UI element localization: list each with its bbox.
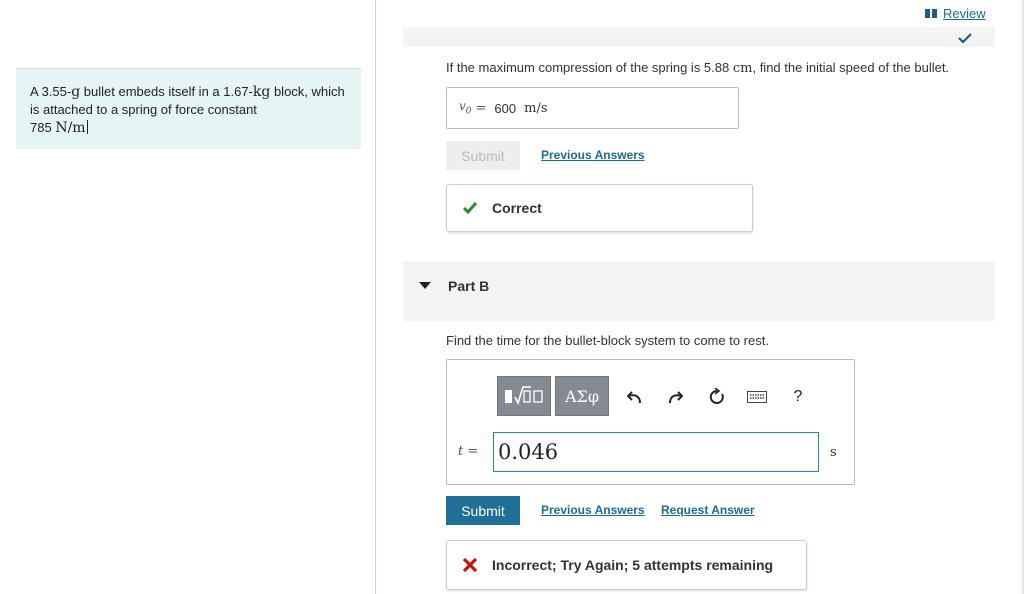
collapse-triangle-icon[interactable] xyxy=(419,282,431,289)
part-a-answer-value: 600 xyxy=(494,100,517,116)
request-answer-link[interactable]: Request Answer xyxy=(661,503,755,517)
problem-text-4: 785 xyxy=(30,120,56,135)
unit-grams: g xyxy=(71,84,81,100)
greek-symbols-button[interactable]: ΑΣφ xyxy=(555,376,609,416)
part-a-submit-button[interactable]: Submit xyxy=(446,141,520,170)
problem-text-2: bullet embeds itself in a 1.67- xyxy=(80,84,253,99)
correct-check-icon xyxy=(462,202,478,215)
part-a-feedback-correct: Correct xyxy=(446,184,753,232)
review-link[interactable]: Review xyxy=(925,6,986,21)
part-b-answer-input[interactable]: 0.046 xyxy=(493,432,819,472)
part-b-answer-label: t = xyxy=(458,444,479,459)
help-button[interactable]: ? xyxy=(788,387,808,407)
check-icon xyxy=(958,33,972,43)
part-b-title: Part B xyxy=(448,278,490,294)
unit-kilograms: kg xyxy=(252,84,271,100)
unit-newton-per-meter: N/m xyxy=(55,120,86,136)
part-a-question-unit: cm xyxy=(732,61,753,76)
equals-sign: = xyxy=(475,100,487,116)
review-icon xyxy=(925,9,938,18)
problem-text-1: A 3.55- xyxy=(30,84,72,99)
problem-statement: A 3.55-g bullet embeds itself in a 1.67-… xyxy=(16,68,361,149)
part-a-question: If the maximum compression of the spring… xyxy=(446,60,949,76)
templates-button[interactable] xyxy=(497,376,551,416)
part-b-submit-button[interactable]: Submit xyxy=(446,496,520,525)
reset-icon[interactable] xyxy=(707,387,727,407)
undo-icon[interactable] xyxy=(625,387,645,407)
part-a-answer-unit: m/s xyxy=(524,100,548,116)
review-label: Review xyxy=(943,6,986,21)
left-panel: A 3.55-g bullet embeds itself in a 1.67-… xyxy=(0,0,376,594)
part-a-answer-field: v0 = 600 m/s xyxy=(446,87,739,129)
part-b-answer-editor: ΑΣφ ? t = 0.046 s xyxy=(446,359,855,485)
part-a-header xyxy=(403,27,995,47)
redo-icon[interactable] xyxy=(665,387,685,407)
part-a-previous-answers-link[interactable]: Previous Answers xyxy=(541,148,645,162)
part-a-feedback-text: Correct xyxy=(492,200,542,216)
incorrect-x-icon xyxy=(462,558,478,572)
part-b-answer-unit: s xyxy=(830,445,837,460)
part-b-previous-answers-link[interactable]: Previous Answers xyxy=(541,503,645,517)
part-b-feedback-incorrect: Incorrect; Try Again; 5 attempts remaini… xyxy=(446,540,807,590)
part-a-question-text-1: If the maximum compression of the spring… xyxy=(446,60,733,75)
part-b-question: Find the time for the bullet-block syste… xyxy=(446,333,769,348)
part-b-header[interactable] xyxy=(403,261,995,321)
part-a-question-text-2: , find the initial speed of the bullet. xyxy=(752,60,950,75)
part-b-feedback-text: Incorrect; Try Again; 5 attempts remaini… xyxy=(492,557,774,573)
templates-icon xyxy=(505,386,543,406)
text-caret xyxy=(86,120,88,134)
answer-variable: v0 xyxy=(459,99,472,117)
keyboard-icon[interactable] xyxy=(747,387,767,407)
